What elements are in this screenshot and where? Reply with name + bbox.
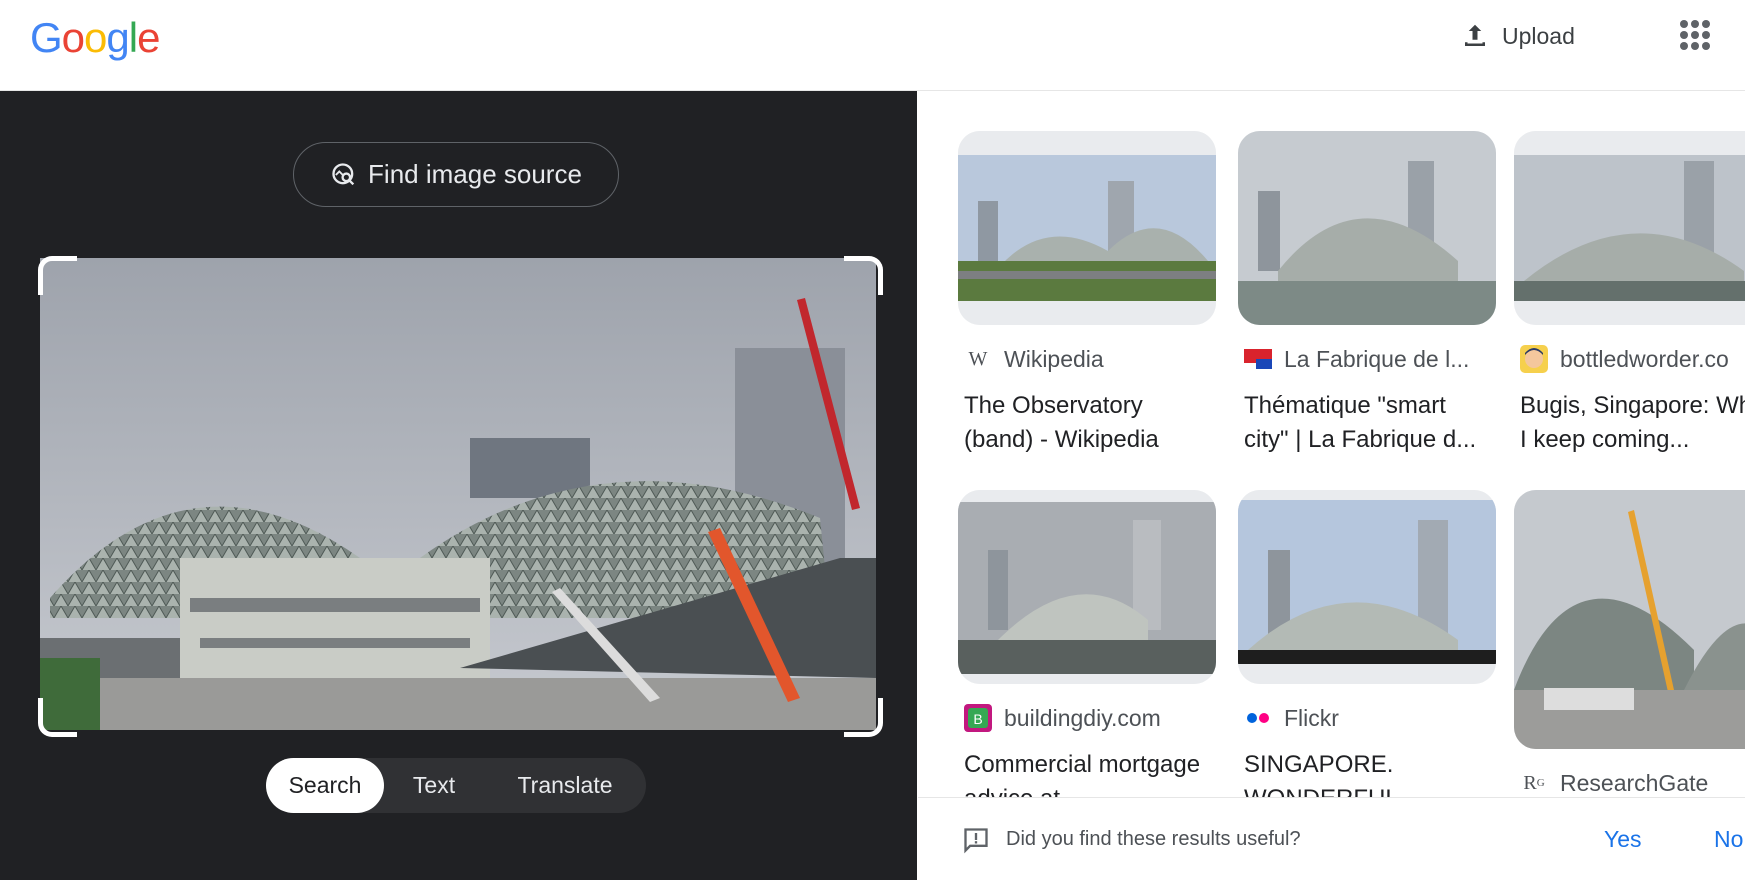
- result-card[interactable]: RG ResearchGate: [1514, 490, 1745, 797]
- query-image-panel: Find image source Search Text Translate: [0, 91, 917, 880]
- result-source-label: buildingdiy.com: [1004, 704, 1161, 731]
- result-card[interactable]: W Wikipedia The Observatory (band) - Wik…: [958, 131, 1216, 457]
- result-title[interactable]: Thématique "smart city" | La Fabrique d.…: [1244, 389, 1494, 457]
- logo-letter: o: [84, 14, 107, 61]
- crop-handle-top-right[interactable]: [844, 256, 883, 295]
- tab-text[interactable]: Text: [384, 758, 484, 813]
- find-image-source-button[interactable]: Find image source: [293, 142, 619, 207]
- result-thumbnail[interactable]: [1514, 490, 1745, 749]
- result-title[interactable]: The Observatory (band) - Wikipedia: [964, 389, 1214, 457]
- tab-search[interactable]: Search: [266, 758, 384, 813]
- result-thumbnail[interactable]: [1238, 490, 1496, 684]
- result-title[interactable]: SINGAPORE. WONDERFUL: [1244, 748, 1494, 797]
- result-thumbnail[interactable]: [958, 490, 1216, 684]
- logo-letter: o: [61, 14, 85, 61]
- crop-handle-top-left[interactable]: [38, 256, 77, 295]
- logo-letter: l: [128, 14, 138, 61]
- logo-letter: g: [106, 14, 129, 61]
- result-card[interactable]: bottledworder.co Bugis, Singapore: Why I…: [1514, 131, 1745, 457]
- top-bar: Google Upload: [0, 0, 1745, 91]
- result-source[interactable]: Flickr: [1244, 704, 1496, 732]
- image-search-icon: [332, 162, 355, 185]
- avatar-icon: [1520, 345, 1548, 373]
- result-card[interactable]: La Fabrique de l... Thématique "smart ci…: [1238, 131, 1496, 457]
- crop-handle-bottom-left[interactable]: [38, 698, 77, 737]
- find-image-source-label: Find image source: [368, 159, 582, 189]
- result-source-label: La Fabrique de l...: [1284, 345, 1470, 372]
- result-title[interactable]: Bugis, Singapore: Why I keep coming...: [1520, 389, 1745, 457]
- wikipedia-icon: W: [968, 347, 988, 370]
- result-source[interactable]: La Fabrique de l...: [1244, 345, 1496, 373]
- result-source[interactable]: RG ResearchGate: [1520, 769, 1745, 797]
- mode-tabs: Search Text Translate: [266, 758, 646, 813]
- upload-button[interactable]: Upload: [1460, 18, 1575, 54]
- result-title[interactable]: Commercial mortgage advice at: [964, 748, 1214, 797]
- flickr-icon: [1244, 704, 1272, 732]
- logo-letter: G: [30, 14, 63, 61]
- researchgate-icon: RG: [1523, 771, 1545, 794]
- result-source[interactable]: B buildingdiy.com: [964, 704, 1216, 732]
- upload-label: Upload: [1502, 22, 1575, 49]
- results-grid: W Wikipedia The Observatory (band) - Wik…: [918, 91, 1745, 797]
- result-source-label: Wikipedia: [1004, 345, 1104, 372]
- buildingdiy-icon: B: [964, 704, 992, 732]
- result-card[interactable]: Flickr SINGAPORE. WONDERFUL: [1238, 490, 1496, 797]
- result-card[interactable]: B buildingdiy.com Commercial mortgage ad…: [958, 490, 1216, 797]
- apps-grid-icon[interactable]: [1680, 20, 1710, 50]
- result-thumbnail[interactable]: [958, 131, 1216, 325]
- flag-icon: [1244, 345, 1272, 373]
- feedback-icon: [964, 827, 988, 853]
- feedback-question: Did you find these results useful?: [1006, 828, 1301, 850]
- upload-icon: [1465, 24, 1485, 46]
- result-source-label: Flickr: [1284, 704, 1339, 731]
- result-source[interactable]: bottledworder.co: [1520, 345, 1745, 373]
- result-source-label: ResearchGate: [1560, 769, 1709, 796]
- logo-letter: e: [137, 14, 160, 61]
- result-source[interactable]: W Wikipedia: [964, 345, 1216, 373]
- query-image[interactable]: [40, 258, 876, 730]
- result-thumbnail[interactable]: [1514, 131, 1745, 325]
- result-thumbnail[interactable]: [1238, 131, 1496, 325]
- google-logo[interactable]: Google: [30, 14, 160, 62]
- feedback-no-button[interactable]: No: [1714, 826, 1743, 853]
- svg-text:B: B: [973, 711, 982, 727]
- crop-handle-bottom-right[interactable]: [844, 698, 883, 737]
- feedback-bar: Did you find these results useful? Yes N…: [918, 797, 1745, 881]
- feedback-yes-button[interactable]: Yes: [1604, 826, 1642, 853]
- tab-translate[interactable]: Translate: [484, 758, 646, 813]
- result-source-label: bottledworder.co: [1560, 345, 1729, 372]
